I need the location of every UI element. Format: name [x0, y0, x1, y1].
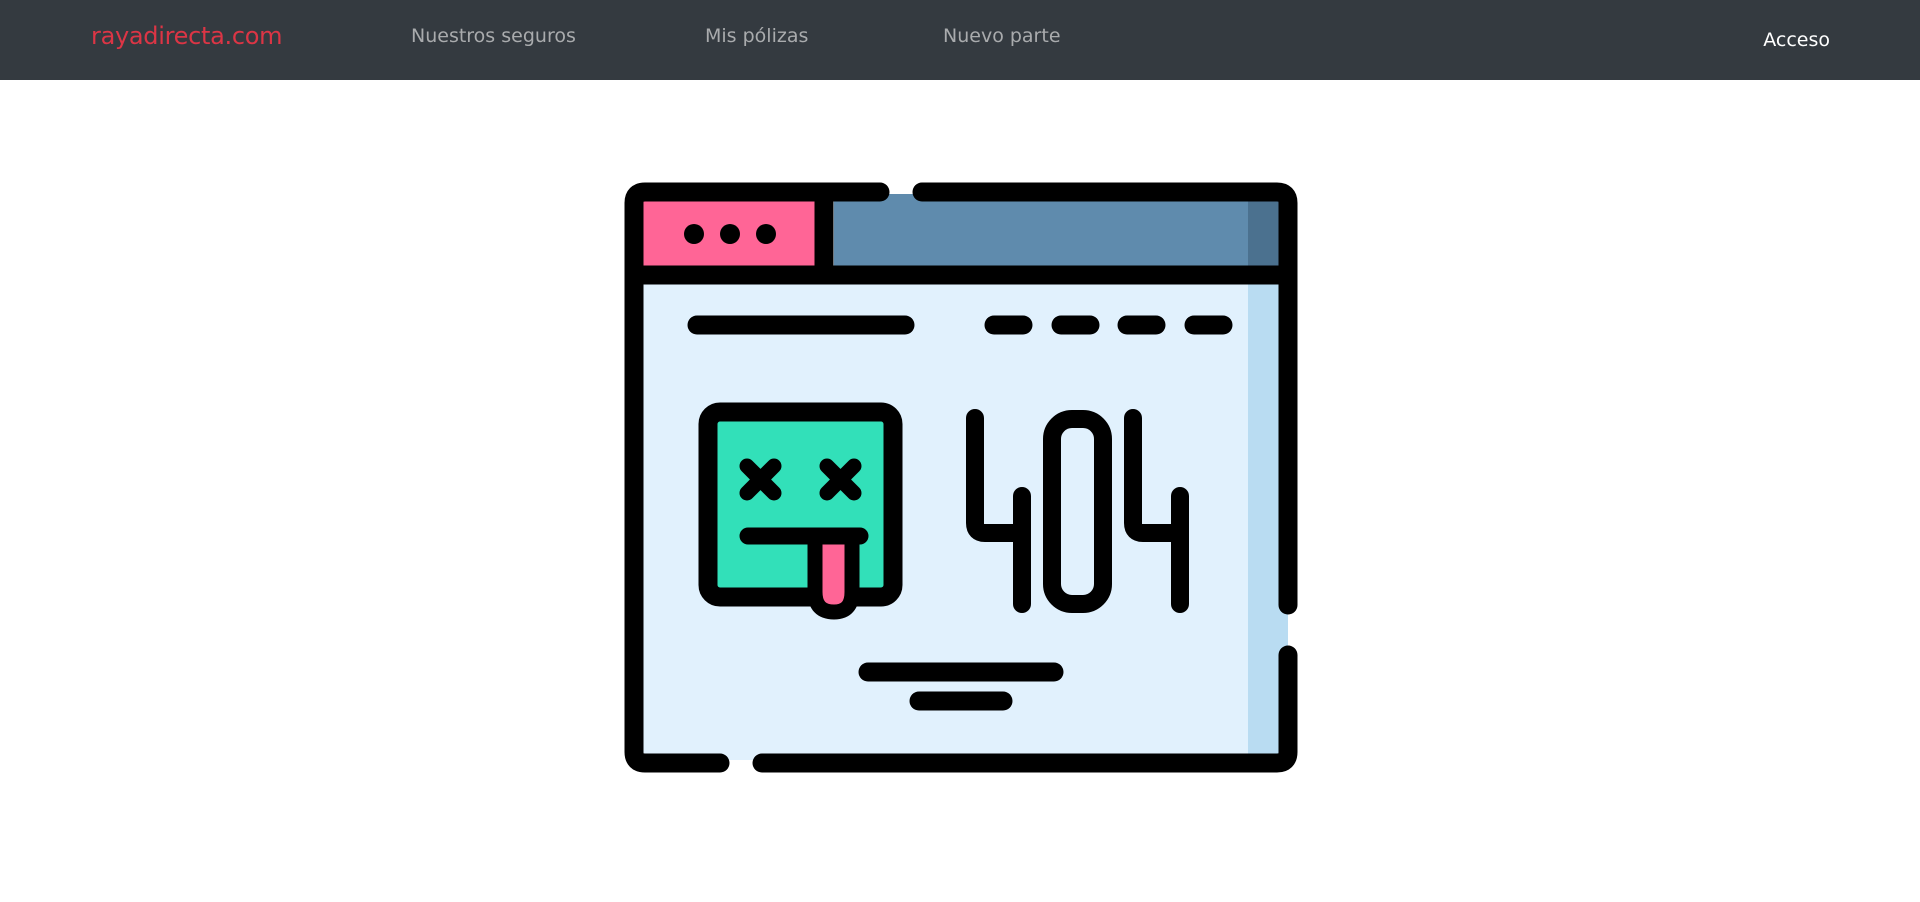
- nav-link-nuevo-parte[interactable]: Nuevo parte: [943, 23, 1061, 49]
- window-dot-3: [756, 224, 776, 244]
- window-dots: [684, 224, 776, 244]
- login-link[interactable]: Acceso: [1763, 27, 1830, 53]
- tongue: [807, 529, 860, 620]
- window-titlebar: [834, 194, 1288, 266]
- dead-face-icon: [698, 402, 903, 620]
- window-dot-1: [684, 224, 704, 244]
- brand-logo-link[interactable]: rayadirecta.com: [91, 19, 283, 53]
- nav-link-nuestros-seguros[interactable]: Nuestros seguros: [411, 23, 576, 49]
- window-dot-2: [720, 224, 740, 244]
- error-404-illustration: [624, 182, 1298, 773]
- top-navbar: rayadirecta.com Nuestros seguros Mis pól…: [0, 0, 1920, 80]
- nav-link-mis-polizas[interactable]: Mis pólizas: [705, 23, 808, 49]
